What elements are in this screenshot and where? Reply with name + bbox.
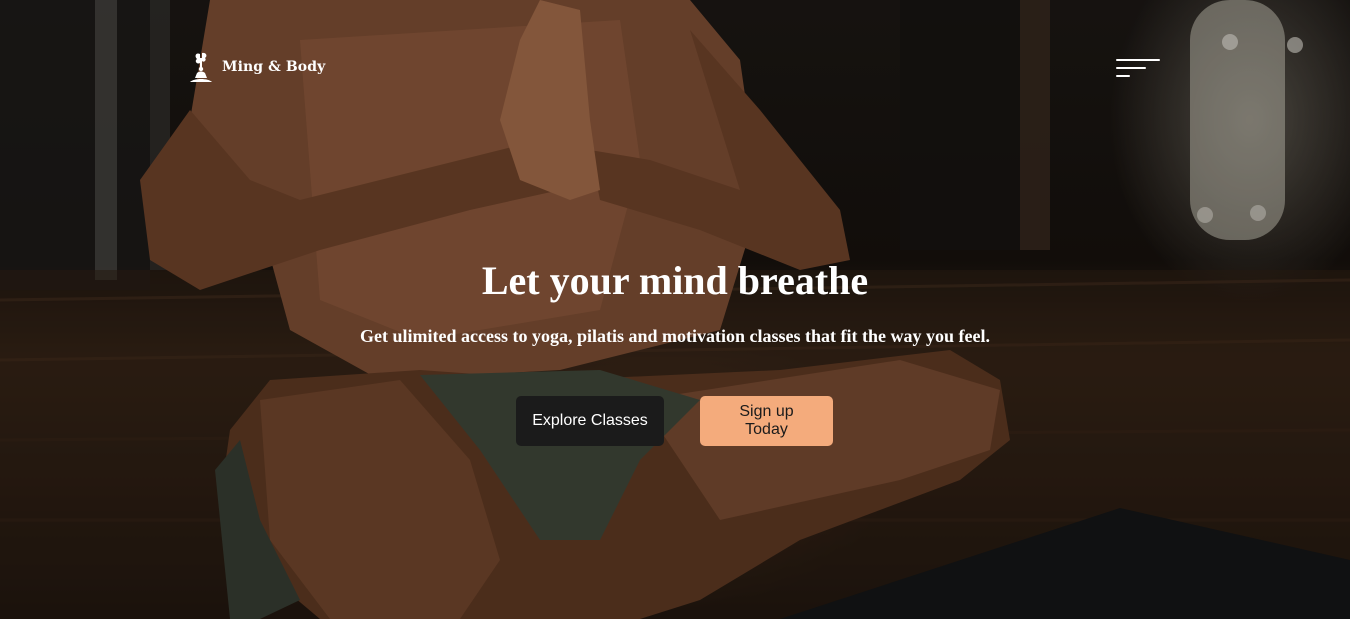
- hamburger-menu-icon[interactable]: [1114, 56, 1162, 80]
- meditation-tree-icon: [190, 52, 212, 82]
- hero-section: Ming & Body Let your mind breathe Get ul…: [0, 0, 1350, 619]
- brand-name: Ming & Body: [222, 59, 326, 75]
- hero-dark-overlay: [0, 0, 1350, 619]
- brand-logo[interactable]: Ming & Body: [188, 50, 325, 84]
- hero-title: Let your mind breathe: [481, 258, 869, 303]
- hero-subtitle: Get ulimited access to yoga, pilatis and…: [360, 326, 990, 346]
- explore-classes-button[interactable]: Explore Classes: [516, 396, 664, 446]
- sign-up-button[interactable]: Sign up Today: [700, 396, 833, 446]
